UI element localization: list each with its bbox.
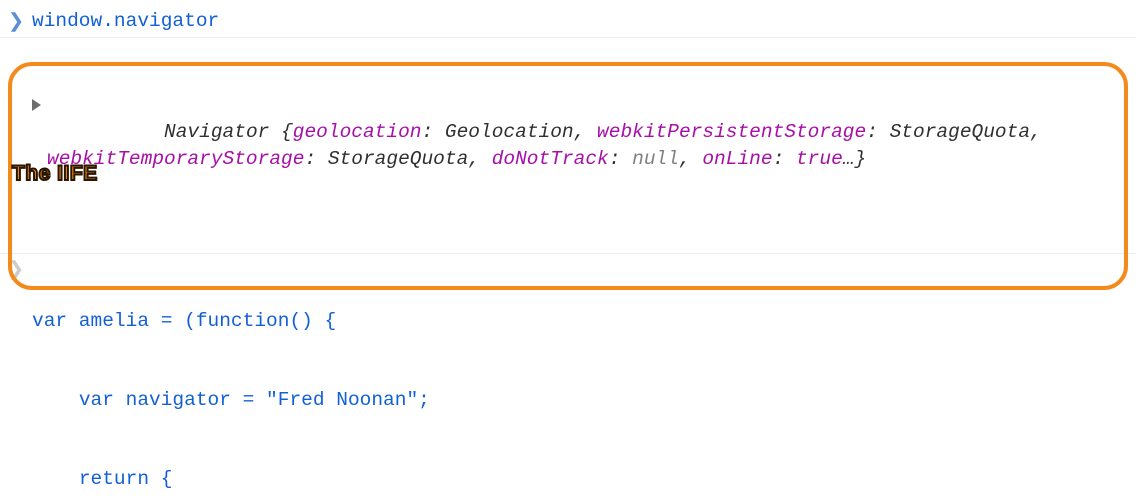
object-constructor: Navigator — [164, 121, 269, 143]
prop-value: StorageQuota — [890, 121, 1030, 143]
prompt-icon: ❯ — [0, 256, 32, 283]
result-gutter — [0, 40, 32, 41]
expand-icon[interactable] — [32, 99, 41, 111]
console-input-row[interactable]: ❯ window.navigator — [0, 6, 1136, 38]
console-result-body: Navigator {geolocation: Geolocation, web… — [32, 40, 1128, 251]
code-line: var amelia = (function() { — [32, 308, 1128, 334]
prop-value: null — [632, 148, 679, 170]
console-input-block: var amelia = (function() { var navigator… — [32, 256, 1128, 500]
prop-name: onLine — [702, 148, 772, 170]
prop-name: doNotTrack — [492, 148, 609, 170]
prompt-icon: ❯ — [0, 8, 32, 35]
code-line: return { — [32, 466, 1128, 492]
prop-value: StorageQuota — [328, 148, 468, 170]
console: ❯ window.navigator Navigator {geolocatio… — [0, 0, 1136, 500]
console-input-row[interactable]: ❯ var amelia = (function() { var navigat… — [0, 254, 1136, 500]
code-line: var navigator = "Fred Noonan"; — [32, 387, 1128, 413]
prop-value: true — [796, 148, 843, 170]
console-input-text: window.navigator — [32, 8, 1128, 34]
ellipsis: … — [843, 148, 855, 170]
prop-name: geolocation — [293, 121, 422, 143]
prop-value: Geolocation — [445, 121, 574, 143]
console-result-row: Navigator {geolocation: Geolocation, web… — [0, 38, 1136, 254]
object-preview[interactable]: Navigator {geolocation: Geolocation, web… — [47, 93, 1053, 198]
prop-name: webkitTemporaryStorage — [47, 148, 304, 170]
prop-name: webkitPersistentStorage — [597, 121, 866, 143]
